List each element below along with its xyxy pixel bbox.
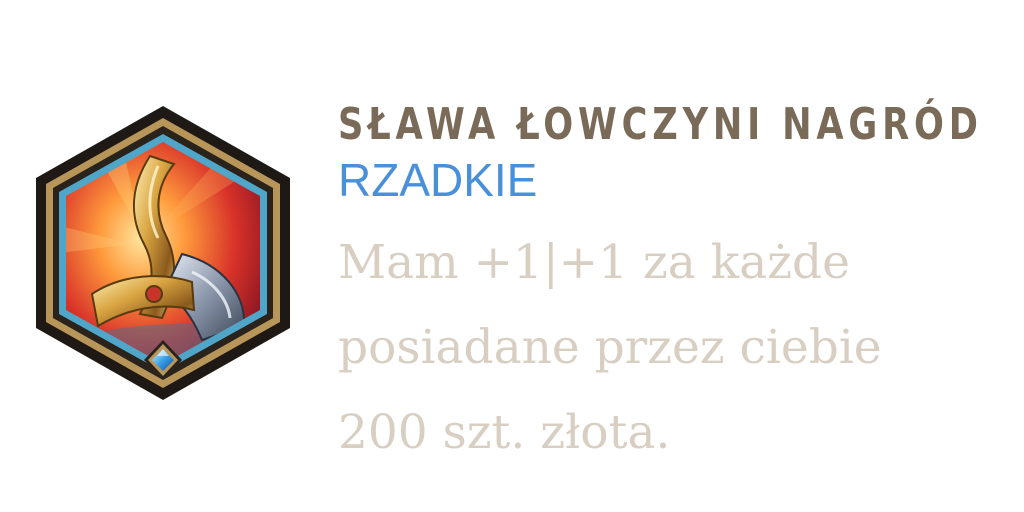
augment-rarity: RZADKIE: [338, 154, 538, 206]
augment-info: SŁAWA ŁOWCZYNI NAGRÓD RZADKIE Mam +1|+1 …: [338, 92, 1014, 475]
description-line: Mam +1|+1 za każde: [338, 235, 850, 290]
augment-description: Mam +1|+1 za każde posiadane przez ciebi…: [338, 220, 1014, 475]
augment-badge: [32, 104, 294, 402]
description-line: posiadane przez ciebie: [338, 320, 882, 375]
augment-card[interactable]: SŁAWA ŁOWCZYNI NAGRÓD RZADKIE Mam +1|+1 …: [0, 0, 1024, 512]
bounty-hunter-sword-icon: [36, 106, 290, 400]
augment-name: SŁAWA ŁOWCZYNI NAGRÓD: [338, 99, 983, 150]
description-line: 200 szt. złota.: [338, 405, 671, 460]
